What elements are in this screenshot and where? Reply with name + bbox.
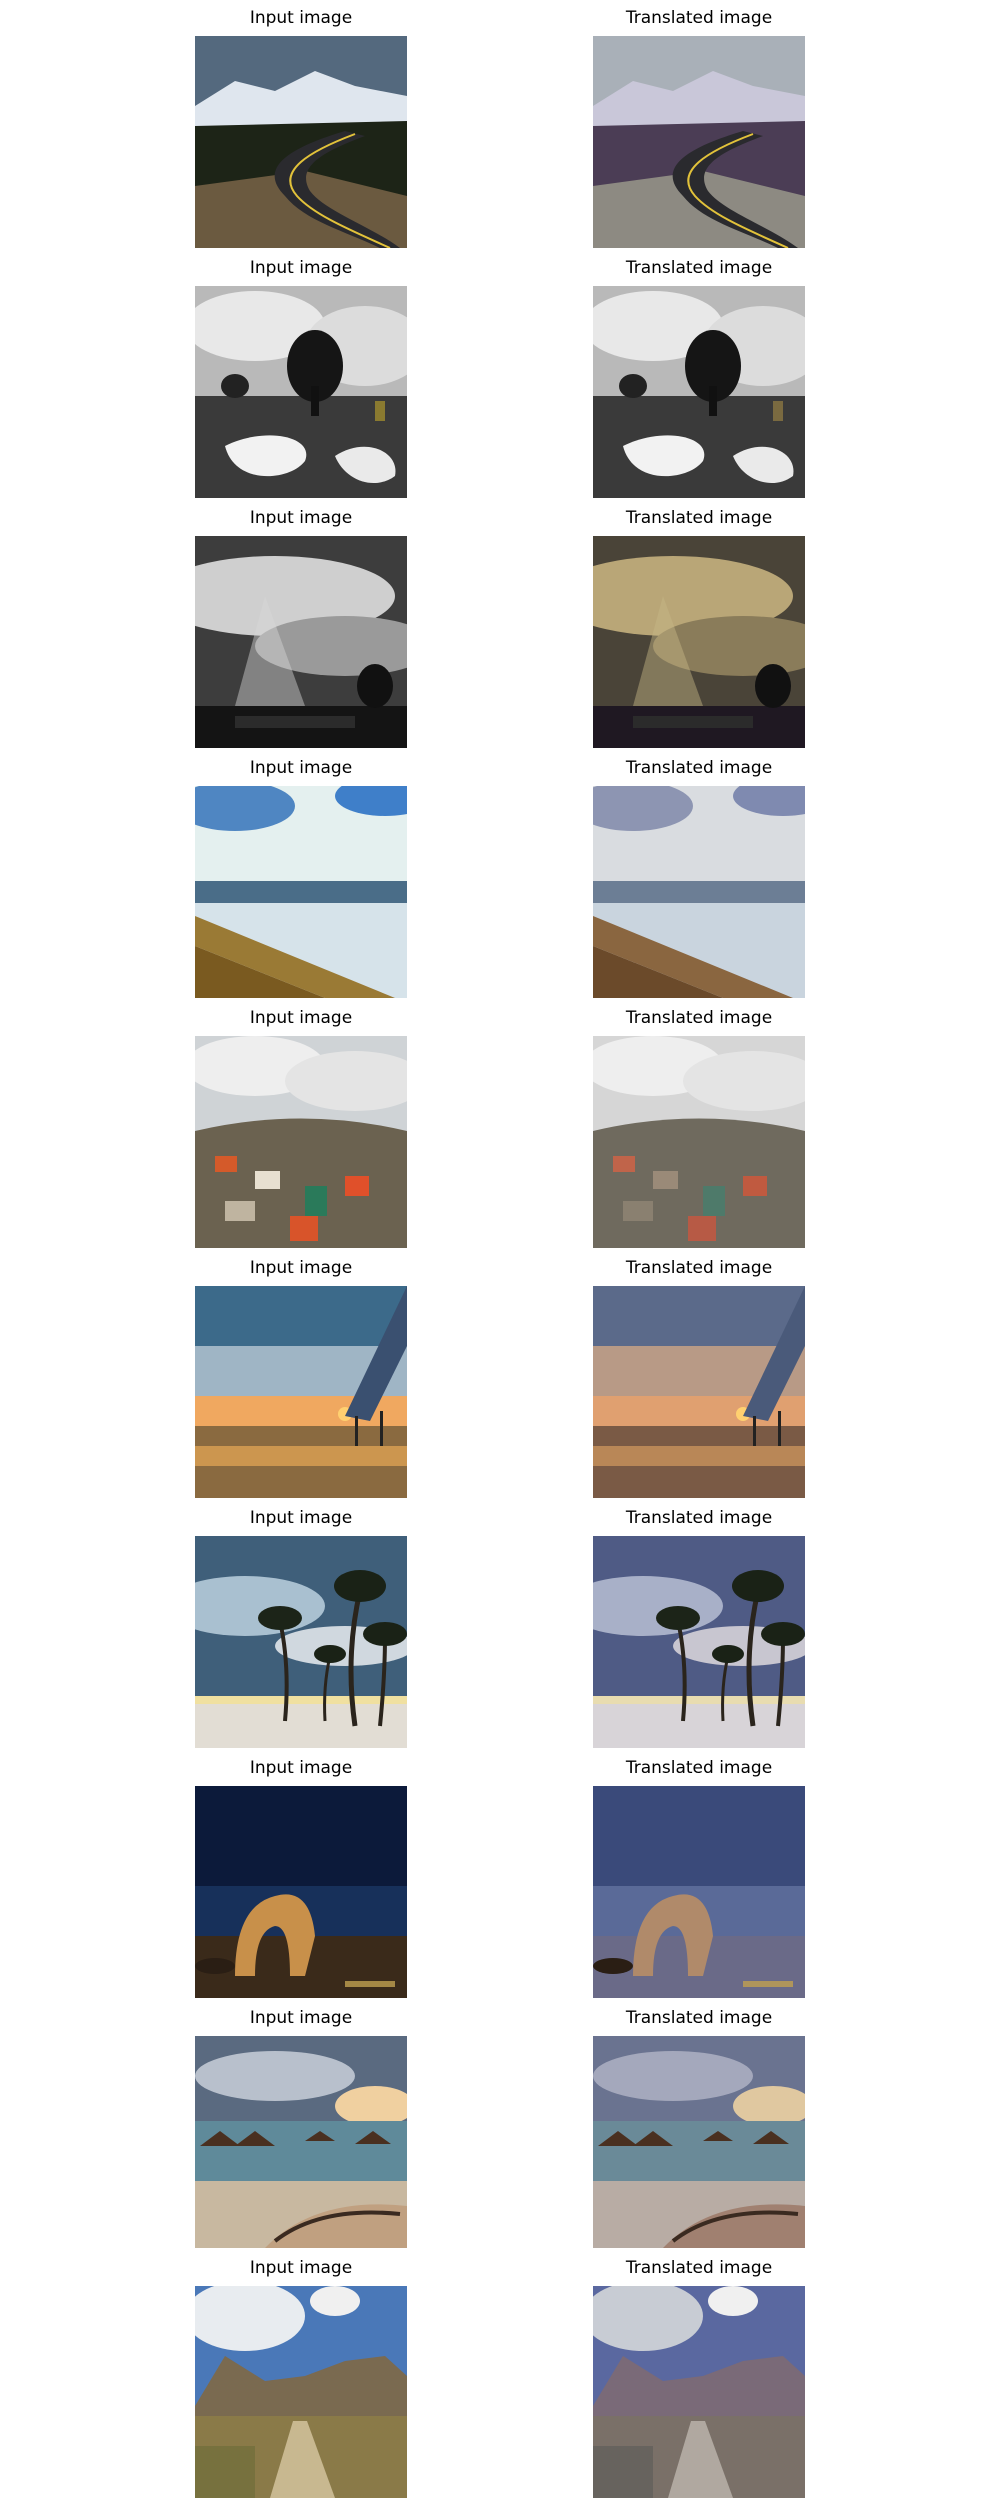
input-image-title: Input image bbox=[249, 758, 353, 778]
translated-image bbox=[593, 1786, 805, 1998]
translated-image-title: Translated image bbox=[625, 1258, 773, 1278]
input-image-title: Input image bbox=[249, 1008, 353, 1028]
input-image bbox=[195, 536, 407, 748]
input-image-panel: Input image bbox=[195, 1000, 407, 1248]
input-image-title: Input image bbox=[249, 508, 353, 528]
translated-image-panel: Translated image bbox=[593, 250, 805, 498]
input-image-panel: Input image bbox=[195, 1250, 407, 1498]
image-pair-row: Input image Translated image bbox=[0, 1000, 1000, 1250]
translated-image-panel: Translated image bbox=[593, 2250, 805, 2498]
image-pair-row: Input image Translated image bbox=[0, 2250, 1000, 2500]
translated-image-title: Translated image bbox=[625, 258, 773, 278]
translated-image bbox=[593, 2036, 805, 2248]
translated-image bbox=[593, 786, 805, 998]
image-pair-row: Input image Translated image bbox=[0, 1250, 1000, 1500]
input-image-panel: Input image bbox=[195, 250, 407, 498]
input-image-panel: Input image bbox=[195, 0, 407, 248]
input-image-panel: Input image bbox=[195, 1500, 407, 1748]
translated-image-panel: Translated image bbox=[593, 1750, 805, 1998]
translated-image-title: Translated image bbox=[625, 508, 773, 528]
input-image bbox=[195, 286, 407, 498]
input-image-panel: Input image bbox=[195, 500, 407, 748]
input-image-title: Input image bbox=[249, 2008, 353, 2028]
image-pair-row: Input image Translated image bbox=[0, 2000, 1000, 2250]
input-image-title: Input image bbox=[249, 1258, 353, 1278]
translated-image-panel: Translated image bbox=[593, 1250, 805, 1498]
input-image bbox=[195, 1786, 407, 1998]
input-image bbox=[195, 786, 407, 998]
image-pair-row: Input image Translated image bbox=[0, 500, 1000, 750]
input-image bbox=[195, 2286, 407, 2498]
input-image-title: Input image bbox=[249, 1508, 353, 1528]
input-image-panel: Input image bbox=[195, 2250, 407, 2498]
input-image bbox=[195, 1536, 407, 1748]
input-image bbox=[195, 2036, 407, 2248]
translated-image bbox=[593, 286, 805, 498]
input-image bbox=[195, 1286, 407, 1498]
translated-image bbox=[593, 2286, 805, 2498]
translated-image-title: Translated image bbox=[625, 758, 773, 778]
input-image bbox=[195, 1036, 407, 1248]
translated-image-title: Translated image bbox=[625, 8, 773, 28]
translated-image-title: Translated image bbox=[625, 2008, 773, 2028]
translated-image-title: Translated image bbox=[625, 1508, 773, 1528]
translated-image-panel: Translated image bbox=[593, 1500, 805, 1748]
translated-image bbox=[593, 1286, 805, 1498]
input-image-panel: Input image bbox=[195, 750, 407, 998]
image-pair-row: Input image Translated image bbox=[0, 250, 1000, 500]
translated-image bbox=[593, 36, 805, 248]
translated-image bbox=[593, 536, 805, 748]
translated-image bbox=[593, 1036, 805, 1248]
translated-image-title: Translated image bbox=[625, 2258, 773, 2278]
translated-image-panel: Translated image bbox=[593, 1000, 805, 1248]
translated-image-panel: Translated image bbox=[593, 2000, 805, 2248]
input-image-title: Input image bbox=[249, 8, 353, 28]
image-pair-row: Input image Translated image bbox=[0, 1500, 1000, 1750]
input-image-title: Input image bbox=[249, 2258, 353, 2278]
input-image-panel: Input image bbox=[195, 1750, 407, 1998]
image-pair-row: Input image Translated image bbox=[0, 750, 1000, 1000]
translated-image-panel: Translated image bbox=[593, 0, 805, 248]
translated-image-title: Translated image bbox=[625, 1008, 773, 1028]
input-image-panel: Input image bbox=[195, 2000, 407, 2248]
translated-image-panel: Translated image bbox=[593, 750, 805, 998]
image-pair-row: Input image Translated image bbox=[0, 0, 1000, 250]
translated-image bbox=[593, 1536, 805, 1748]
input-image-title: Input image bbox=[249, 1758, 353, 1778]
input-image-title: Input image bbox=[249, 258, 353, 278]
input-image bbox=[195, 36, 407, 248]
translated-image-title: Translated image bbox=[625, 1758, 773, 1778]
translated-image-panel: Translated image bbox=[593, 500, 805, 748]
image-pair-row: Input image Translated image bbox=[0, 1750, 1000, 2000]
